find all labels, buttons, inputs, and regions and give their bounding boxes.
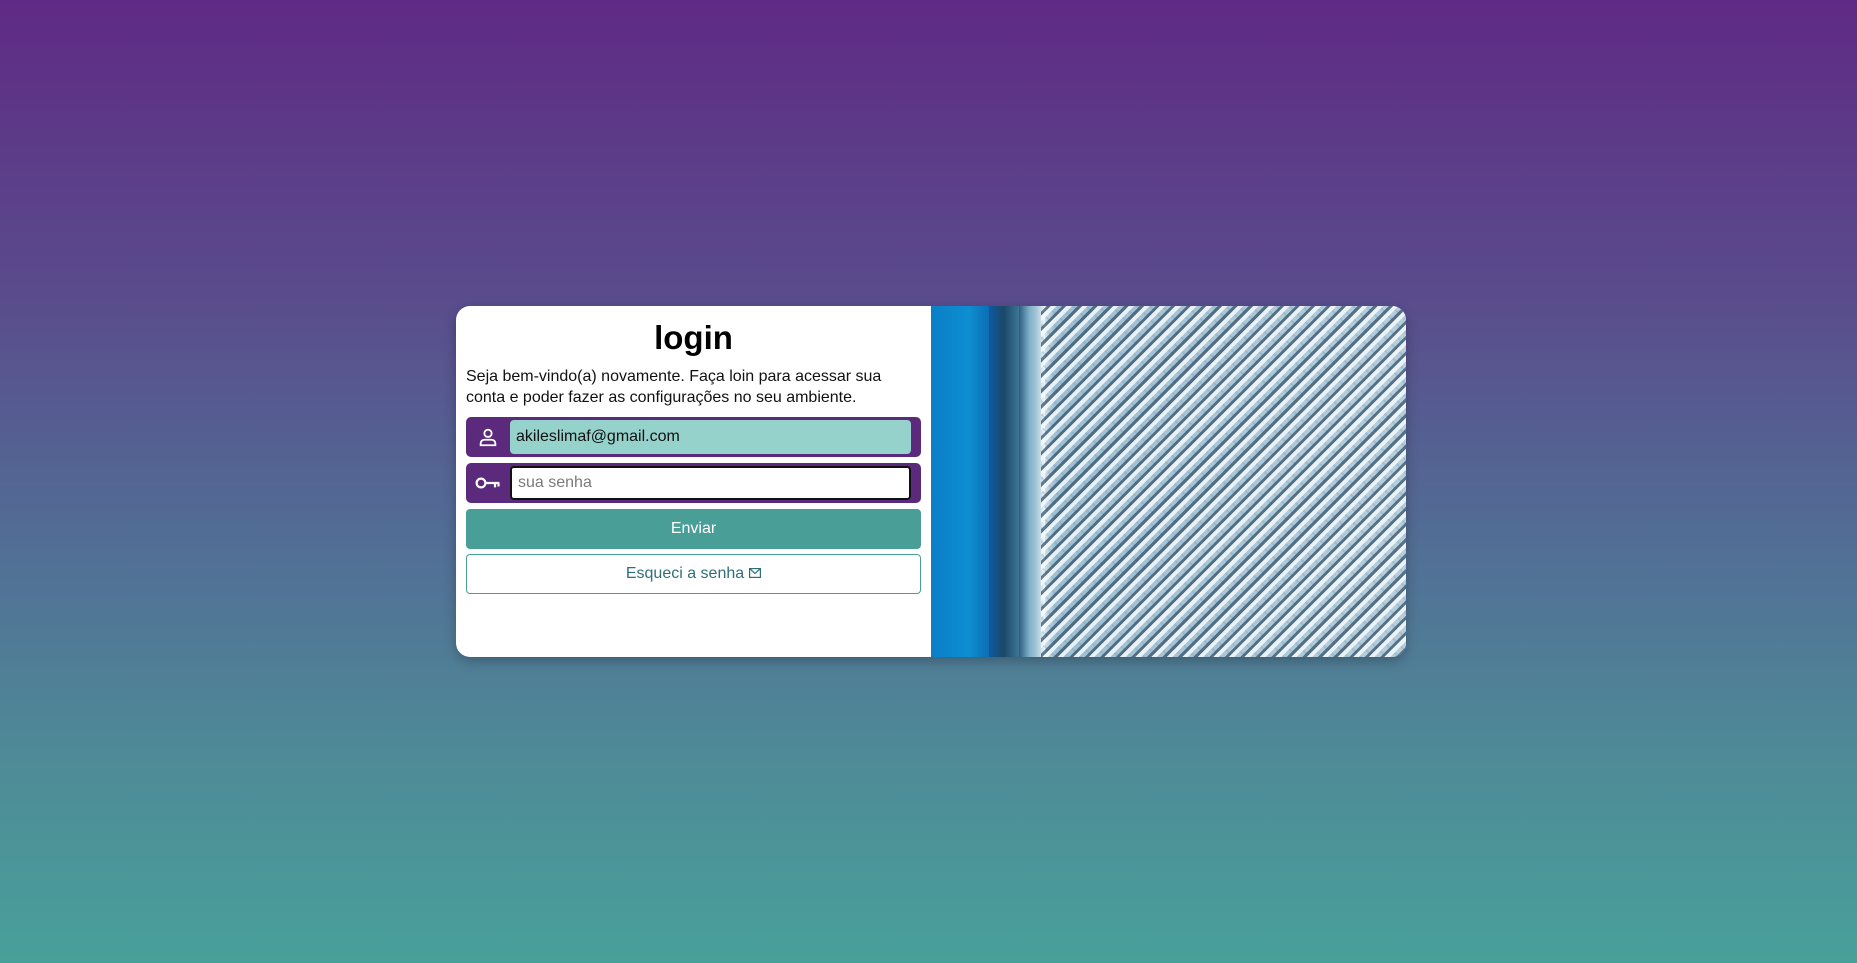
email-field-group [466, 417, 921, 458]
welcome-text: Seja bem-vindo(a) novamente. Faça loin p… [466, 368, 882, 407]
submit-button[interactable]: Enviar [466, 509, 921, 550]
envelope-icon [749, 565, 762, 583]
forgot-password-button[interactable]: Esqueci a senha [466, 554, 921, 595]
user-icon [466, 417, 510, 457]
password-field[interactable] [510, 466, 911, 501]
email-field[interactable] [510, 420, 911, 455]
login-card: login Seja bem-vindo(a) novamente. Faça … [456, 306, 1406, 657]
page-background: { "login": { "title": "login", "welcome"… [0, 0, 1857, 963]
key-icon [466, 463, 510, 503]
page-title: login [654, 319, 733, 356]
login-form-panel: login Seja bem-vindo(a) novamente. Faça … [456, 306, 931, 657]
password-field-group [466, 463, 921, 504]
forgot-password-label: Esqueci a senha [625, 565, 745, 583]
building-image [931, 306, 1406, 657]
